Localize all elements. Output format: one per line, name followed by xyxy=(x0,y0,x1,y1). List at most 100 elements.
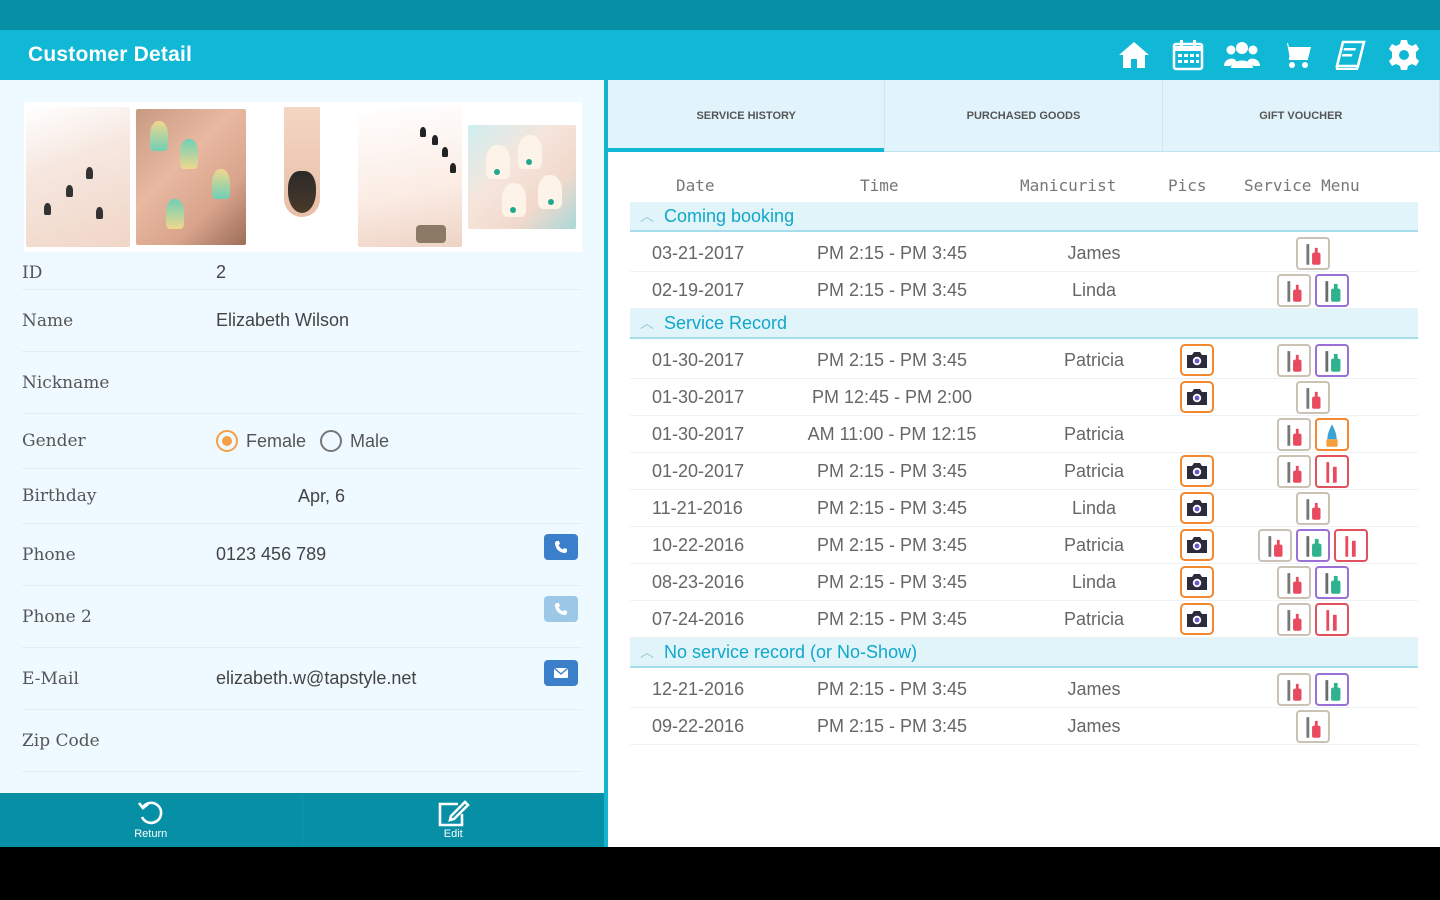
service-menu-icon[interactable] xyxy=(1296,492,1330,525)
row-date: 01-30-2017 xyxy=(652,387,745,407)
nail-photo[interactable] xyxy=(136,109,246,245)
status-bar xyxy=(0,0,1440,30)
chevron-up-icon: ︿ xyxy=(640,208,654,224)
gender-row: Gender Female Male xyxy=(22,414,582,469)
email-value[interactable]: elizabeth.w@tapstyle.net xyxy=(216,668,416,689)
table-row[interactable]: 08-23-2016 PM 2:15 - PM 3:45 Linda xyxy=(630,564,1418,601)
section-header[interactable]: ︿ No service record (or No-Show) xyxy=(630,638,1418,668)
service-menu-icon[interactable] xyxy=(1296,237,1330,270)
nail-photo[interactable] xyxy=(358,107,462,247)
row-time: PM 2:15 - PM 3:45 xyxy=(816,461,968,481)
camera-icon[interactable] xyxy=(1180,492,1214,524)
service-menu-icon[interactable] xyxy=(1296,381,1330,414)
zip-label: Zip Code xyxy=(22,730,100,751)
row-manicurist: Linda xyxy=(1071,280,1117,300)
gender-female-radio[interactable]: Female xyxy=(216,430,306,452)
table-row[interactable]: 01-30-2017 PM 2:15 - PM 3:45 Patricia xyxy=(630,342,1418,379)
row-time: PM 2:15 - PM 3:45 xyxy=(816,716,968,736)
row-date: 12-21-2016 xyxy=(652,679,745,699)
table-row[interactable]: 11-21-2016 PM 2:15 - PM 3:45 Linda xyxy=(630,490,1418,527)
row-manicurist: Linda xyxy=(1071,572,1117,592)
home-icon[interactable] xyxy=(1116,38,1152,72)
table-row[interactable]: 01-20-2017 PM 2:15 - PM 3:45 Patricia xyxy=(630,453,1418,490)
row-time: PM 2:15 - PM 3:45 xyxy=(816,280,968,300)
row-manicurist: James xyxy=(1067,716,1121,736)
table-row[interactable]: 02-19-2017 PM 2:15 - PM 3:45 Linda xyxy=(630,272,1418,309)
camera-icon[interactable] xyxy=(1180,381,1214,413)
service-menu-icon[interactable] xyxy=(1315,673,1349,706)
tab-purchased-goods[interactable]: PURCHASED GOODS xyxy=(885,80,1163,151)
service-menu-icon[interactable] xyxy=(1296,710,1330,743)
nail-photo[interactable] xyxy=(26,107,130,247)
send-email-button[interactable] xyxy=(544,660,578,686)
table-row[interactable]: 12-21-2016 PM 2:15 - PM 3:45 James xyxy=(630,671,1418,708)
book-icon[interactable] xyxy=(1332,38,1368,72)
table-row[interactable]: 10-22-2016 PM 2:15 - PM 3:45 Patricia xyxy=(630,527,1418,564)
tab-gift-voucher[interactable]: GIFT VOUCHER xyxy=(1163,80,1440,151)
service-menu-icon[interactable] xyxy=(1315,274,1349,307)
service-menu-icon[interactable] xyxy=(1315,566,1349,599)
service-menu-icon[interactable] xyxy=(1315,455,1349,488)
cart-icon[interactable] xyxy=(1278,38,1314,72)
history-panel: SERVICE HISTORY PURCHASED GOODS GIFT VOU… xyxy=(608,80,1440,847)
call-phone2-button[interactable] xyxy=(544,596,578,622)
row-manicurist: Patricia xyxy=(1063,461,1125,481)
service-menu-icon[interactable] xyxy=(1315,603,1349,636)
call-phone-button[interactable] xyxy=(544,534,578,560)
table-row[interactable]: 07-24-2016 PM 2:15 - PM 3:45 Patricia xyxy=(630,601,1418,638)
service-menu-icon[interactable] xyxy=(1315,418,1349,451)
edit-button[interactable]: Edit xyxy=(303,793,605,847)
service-menu-icon[interactable] xyxy=(1277,455,1311,488)
edit-label: Edit xyxy=(443,828,463,840)
service-menu-icon[interactable] xyxy=(1277,566,1311,599)
table-row[interactable]: 09-22-2016 PM 2:15 - PM 3:45 James xyxy=(630,708,1418,745)
camera-icon[interactable] xyxy=(1180,603,1214,635)
service-menu-icon[interactable] xyxy=(1277,344,1311,377)
section-title: Coming booking xyxy=(664,205,795,226)
page-title: Customer Detail xyxy=(28,43,193,66)
phone2-label: Phone 2 xyxy=(22,606,92,627)
birthday-label: Birthday xyxy=(22,486,97,506)
name-value[interactable]: Elizabeth Wilson xyxy=(216,310,349,331)
chevron-up-icon: ︿ xyxy=(640,315,654,331)
service-menu-icon[interactable] xyxy=(1334,529,1368,562)
return-button[interactable]: Return xyxy=(0,793,303,847)
customers-icon[interactable] xyxy=(1224,38,1260,72)
nickname-label: Nickname xyxy=(22,372,110,393)
table-row[interactable]: 01-30-2017 AM 11:00 - PM 12:15 Patricia xyxy=(630,416,1418,453)
calendar-icon[interactable] xyxy=(1170,38,1206,72)
gender-female-label: Female xyxy=(246,430,307,451)
row-time: PM 12:45 - PM 2:00 xyxy=(811,387,973,407)
section-header[interactable]: ︿ Service Record xyxy=(630,309,1418,339)
phone-icon xyxy=(555,603,567,615)
service-menu-icon[interactable] xyxy=(1258,529,1292,562)
service-menu-icon[interactable] xyxy=(1296,529,1330,562)
history-tabs: SERVICE HISTORY PURCHASED GOODS GIFT VOU… xyxy=(608,80,1440,152)
settings-icon[interactable] xyxy=(1386,38,1422,72)
table-row[interactable]: 03-21-2017 PM 2:15 - PM 3:45 James xyxy=(630,235,1418,272)
gender-label: Gender xyxy=(22,431,86,451)
service-menu-icon[interactable] xyxy=(1277,274,1311,307)
email-row: E-Mail elizabeth.w@tapstyle.net xyxy=(22,648,582,710)
gender-male-radio[interactable]: Male xyxy=(320,430,389,452)
phone-value[interactable]: 0123 456 789 xyxy=(216,544,326,565)
section-header[interactable]: ︿ Coming booking xyxy=(630,202,1418,232)
camera-icon[interactable] xyxy=(1180,566,1214,598)
toolbar xyxy=(1116,38,1422,72)
service-menu-icon[interactable] xyxy=(1277,603,1311,636)
mail-icon xyxy=(553,667,569,678)
service-menu-icon[interactable] xyxy=(1277,673,1311,706)
birthday-value[interactable]: Apr, 6 xyxy=(298,486,345,507)
nail-photo[interactable] xyxy=(468,125,576,229)
tab-service-history[interactable]: SERVICE HISTORY xyxy=(608,80,886,152)
table-row[interactable]: 01-30-2017 PM 12:45 - PM 2:00 xyxy=(630,379,1418,416)
row-manicurist: Linda xyxy=(1071,498,1117,518)
nail-photo[interactable] xyxy=(252,107,352,247)
service-menu-icon[interactable] xyxy=(1277,418,1311,451)
camera-icon[interactable] xyxy=(1180,529,1214,561)
row-time: PM 2:15 - PM 3:45 xyxy=(816,498,968,518)
camera-icon[interactable] xyxy=(1180,455,1214,487)
service-menu-icon[interactable] xyxy=(1315,344,1349,377)
bottom-action-bar: Return Edit xyxy=(0,793,604,847)
camera-icon[interactable] xyxy=(1180,344,1214,376)
